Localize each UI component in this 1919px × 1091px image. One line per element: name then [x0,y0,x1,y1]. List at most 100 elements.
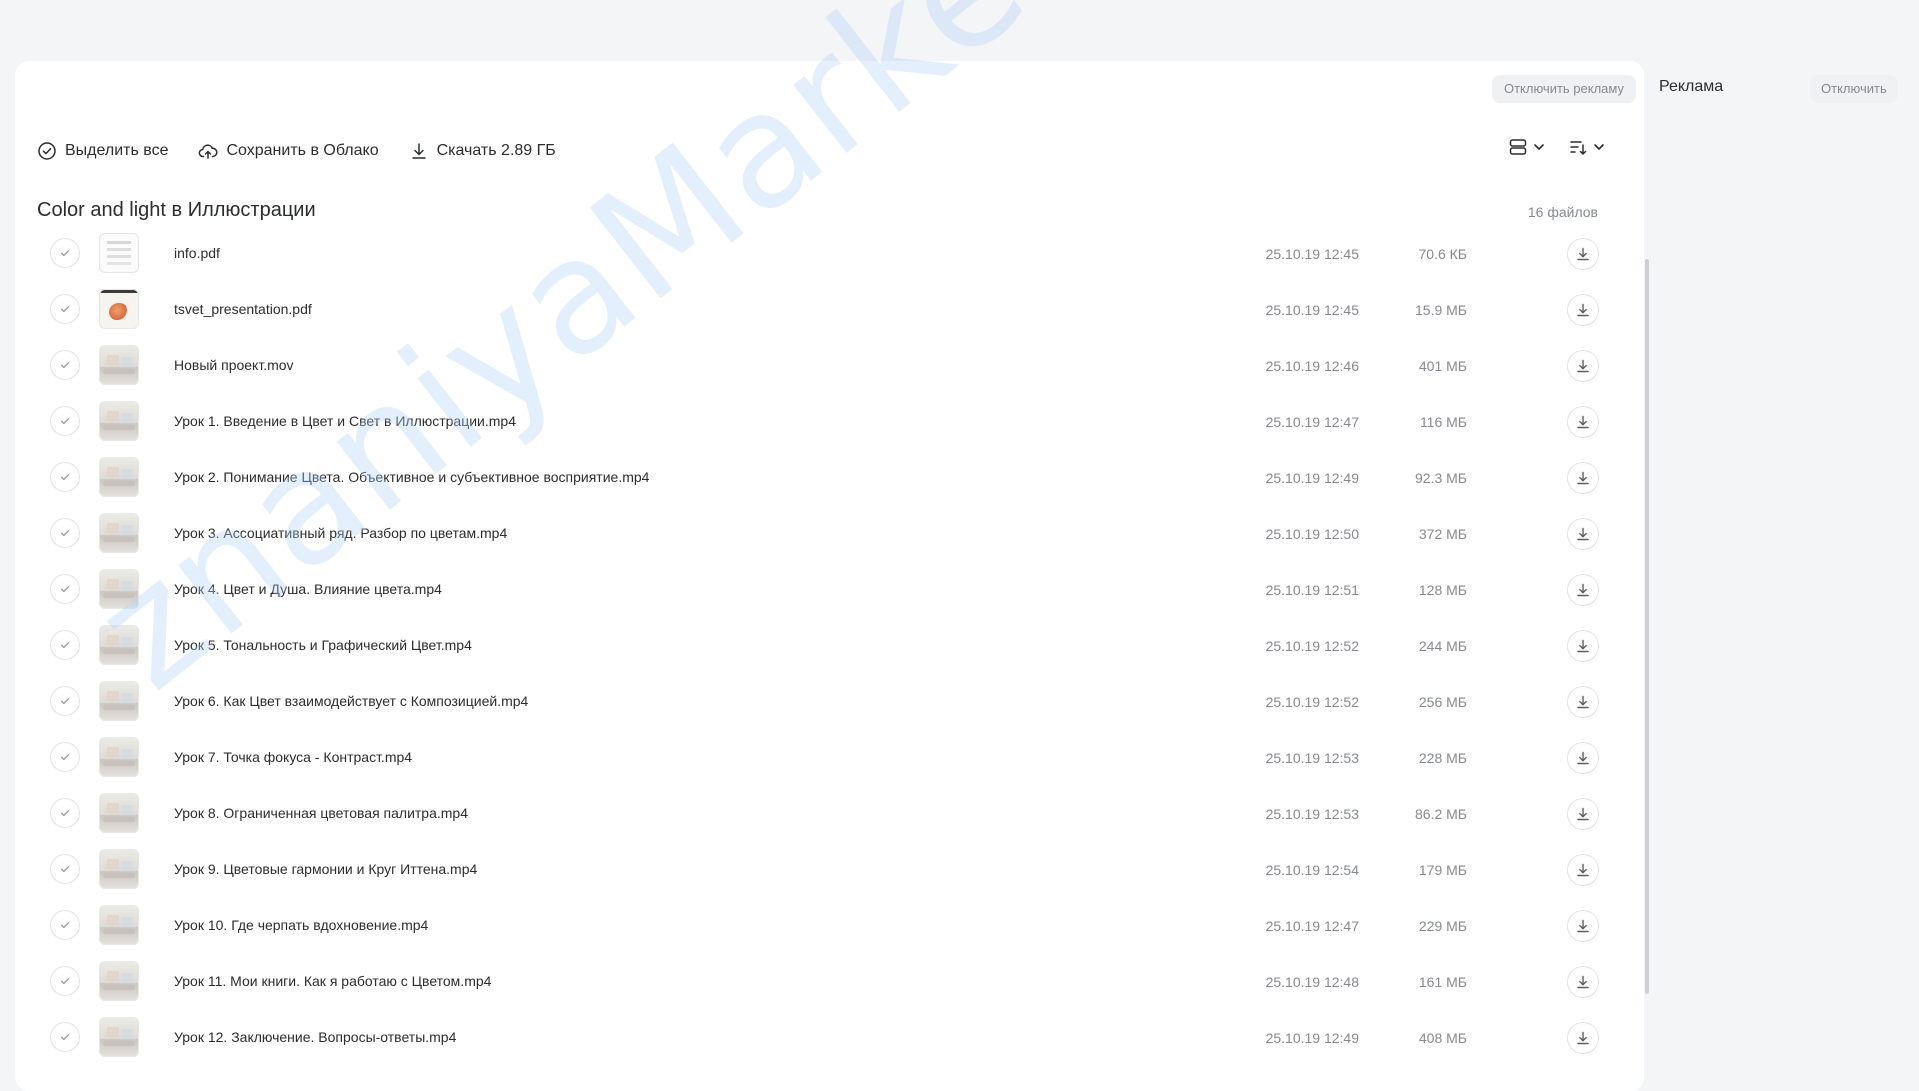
file-name[interactable]: info.pdf [174,245,220,261]
file-thumbnail [99,513,139,553]
check-icon [60,642,70,649]
file-row[interactable]: Урок 7. Точка фокуса - Контраст.mp4 25.1… [15,730,1644,786]
file-row[interactable]: Урок 8. Ограниченная цветовая палитра.mp… [15,786,1644,842]
download-icon [1577,975,1589,989]
file-row[interactable]: Урок 12. Заключение. Вопросы-ответы.mp4 … [15,1010,1644,1066]
file-download-button[interactable] [1567,294,1599,326]
ad-disable-button[interactable]: Отключить [1810,75,1898,103]
row-checkbox[interactable] [50,1022,80,1052]
file-download-button[interactable] [1567,574,1599,606]
download-icon [1577,583,1589,597]
file-count: 16 файлов [1527,204,1598,220]
save-to-cloud-button[interactable]: Сохранить в Облако [198,141,379,161]
file-date: 25.10.19 12:47 [1265,414,1359,430]
file-download-button[interactable] [1567,406,1599,438]
file-download-button[interactable] [1567,462,1599,494]
file-thumbnail [99,457,139,497]
download-all-button[interactable]: Скачать 2.89 ГБ [409,141,556,161]
file-thumbnail [99,625,139,665]
file-name[interactable]: Урок 8. Ограниченная цветовая палитра.mp… [174,805,468,821]
save-to-cloud-label: Сохранить в Облако [226,142,379,159]
disable-ads-button[interactable]: Отключить рекламу [1491,75,1636,103]
file-date: 25.10.19 12:51 [1265,582,1359,598]
file-row[interactable]: Урок 3. Ассоциативный ряд. Разбор по цве… [15,506,1644,562]
file-thumbnail [99,1017,139,1057]
download-icon [1577,471,1589,485]
file-row[interactable]: info.pdf 25.10.19 12:45 70.6 КБ [15,226,1644,282]
file-size: 161 МБ [1418,974,1467,990]
file-download-button[interactable] [1567,742,1599,774]
file-name[interactable]: Урок 10. Где черпать вдохновение.mp4 [174,917,428,933]
file-list: info.pdf 25.10.19 12:45 70.6 КБ tsvet_pr… [15,226,1644,1066]
file-row[interactable]: Урок 10. Где черпать вдохновение.mp4 25.… [15,898,1644,954]
file-row[interactable]: Урок 1. Введение в Цвет и Свет в Иллюстр… [15,394,1644,450]
file-row[interactable]: Урок 11. Мои книги. Как я работаю с Цвет… [15,954,1644,1010]
file-download-button[interactable] [1567,1022,1599,1054]
file-size: 401 МБ [1418,358,1467,374]
file-row[interactable]: Урок 2. Понимание Цвета. Объективное и с… [15,450,1644,506]
row-checkbox[interactable] [50,686,80,716]
file-date: 25.10.19 12:45 [1265,302,1359,318]
download-icon [1577,919,1589,933]
folder-title: Color and light в Иллюстрации [37,199,316,221]
file-name[interactable]: Урок 9. Цветовые гармонии и Круг Иттена.… [174,861,477,877]
download-icon [1577,1031,1589,1045]
file-name[interactable]: Урок 1. Введение в Цвет и Свет в Иллюстр… [174,413,516,429]
row-checkbox[interactable] [50,294,80,324]
file-name[interactable]: Урок 2. Понимание Цвета. Объективное и с… [174,469,649,485]
file-size: 92.3 МБ [1415,470,1467,486]
scrollbar[interactable] [1645,259,1649,994]
file-name[interactable]: Урок 7. Точка фокуса - Контраст.mp4 [174,749,412,765]
file-row[interactable]: tsvet_presentation.pdf 25.10.19 12:45 15… [15,282,1644,338]
download-icon [1577,807,1589,821]
view-mode-button[interactable] [1508,137,1546,157]
file-name[interactable]: Новый проект.mov [174,357,294,373]
file-row[interactable]: Урок 6. Как Цвет взаимодействует с Компо… [15,674,1644,730]
file-name[interactable]: Урок 4. Цвет и Душа. Влияние цвета.mp4 [174,581,442,597]
file-download-button[interactable] [1567,630,1599,662]
file-download-button[interactable] [1567,798,1599,830]
file-size: 128 МБ [1418,582,1467,598]
file-download-button[interactable] [1567,686,1599,718]
row-checkbox[interactable] [50,910,80,940]
file-row[interactable]: Урок 5. Тональность и Графический Цвет.m… [15,618,1644,674]
sort-button[interactable] [1568,137,1606,157]
file-name[interactable]: Урок 3. Ассоциативный ряд. Разбор по цве… [174,525,507,541]
file-row[interactable]: Урок 9. Цветовые гармонии и Круг Иттена.… [15,842,1644,898]
file-download-button[interactable] [1567,238,1599,270]
download-icon [1577,527,1589,541]
file-thumbnail [99,401,139,441]
file-name[interactable]: Урок 6. Как Цвет взаимодействует с Компо… [174,693,528,709]
row-checkbox[interactable] [50,798,80,828]
row-checkbox[interactable] [50,854,80,884]
file-download-button[interactable] [1567,350,1599,382]
row-checkbox[interactable] [50,406,80,436]
file-name[interactable]: tsvet_presentation.pdf [174,301,312,317]
file-name[interactable]: Урок 5. Тональность и Графический Цвет.m… [174,637,472,653]
file-size: 244 МБ [1418,638,1467,654]
row-checkbox[interactable] [50,966,80,996]
file-row[interactable]: Новый проект.mov 25.10.19 12:46 401 МБ [15,338,1644,394]
row-checkbox[interactable] [50,238,80,268]
row-checkbox[interactable] [50,742,80,772]
file-name[interactable]: Урок 11. Мои книги. Как я работаю с Цвет… [174,973,491,989]
file-size: 408 МБ [1418,1030,1467,1046]
file-download-button[interactable] [1567,518,1599,550]
row-checkbox[interactable] [50,574,80,604]
row-checkbox[interactable] [50,518,80,548]
file-thumbnail [99,849,139,889]
row-checkbox[interactable] [50,350,80,380]
file-size: 256 МБ [1418,694,1467,710]
file-row[interactable]: Урок 4. Цвет и Душа. Влияние цвета.mp4 2… [15,562,1644,618]
row-checkbox[interactable] [50,630,80,660]
file-download-button[interactable] [1567,854,1599,886]
row-checkbox[interactable] [50,462,80,492]
file-size: 372 МБ [1418,526,1467,542]
download-icon [411,143,426,159]
file-download-button[interactable] [1567,910,1599,942]
file-date: 25.10.19 12:48 [1265,974,1359,990]
file-download-button[interactable] [1567,966,1599,998]
select-all-button[interactable]: Выделить все [37,141,168,161]
file-name[interactable]: Урок 12. Заключение. Вопросы-ответы.mp4 [174,1029,456,1045]
file-thumbnail [99,793,139,833]
